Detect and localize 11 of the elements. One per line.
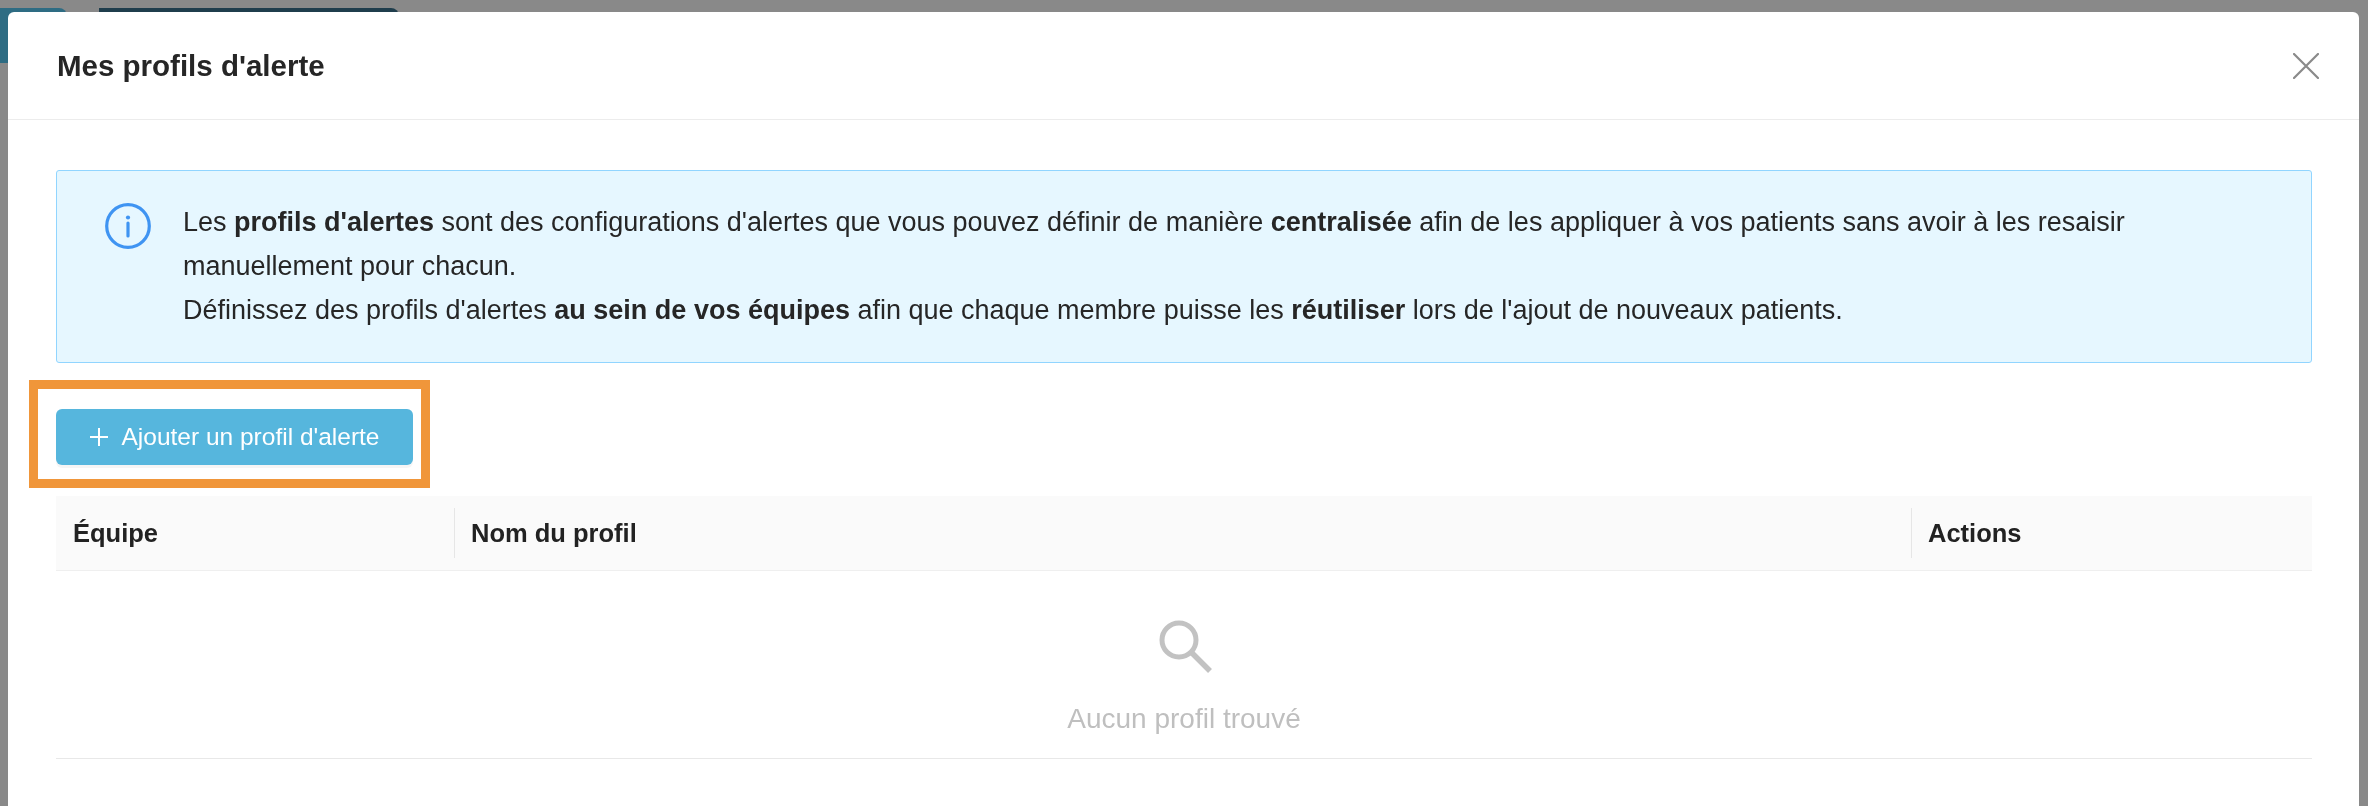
info-icon bbox=[105, 203, 151, 249]
dialog-title: Mes profils d'alerte bbox=[57, 48, 325, 83]
add-profile-button[interactable]: Ajouter un profil d'alerte bbox=[56, 409, 413, 465]
notice-text: Définissez des profils d'alertes au sein de vos équipes afin que chaque membre puisse les réutiliser lors de l'ajout de nouveaux patients. bbox=[183, 294, 1844, 327]
empty-message: Aucun profil trouvé bbox=[1067, 703, 1301, 735]
plus-icon bbox=[89, 428, 108, 446]
notice-text: Les profils d'alertes sont des configurations d'alertes que vous pouvez définir de manière centralisée afin de les appliquer à vos patients sans avoir à les resaisir manuellement pour chacun. bbox=[183, 206, 2126, 283]
close-button[interactable] bbox=[2293, 52, 2319, 79]
column-header: Nom du profil bbox=[471, 518, 637, 548]
column-header: Équipe bbox=[73, 518, 158, 548]
column-header: Actions bbox=[1928, 518, 2022, 548]
